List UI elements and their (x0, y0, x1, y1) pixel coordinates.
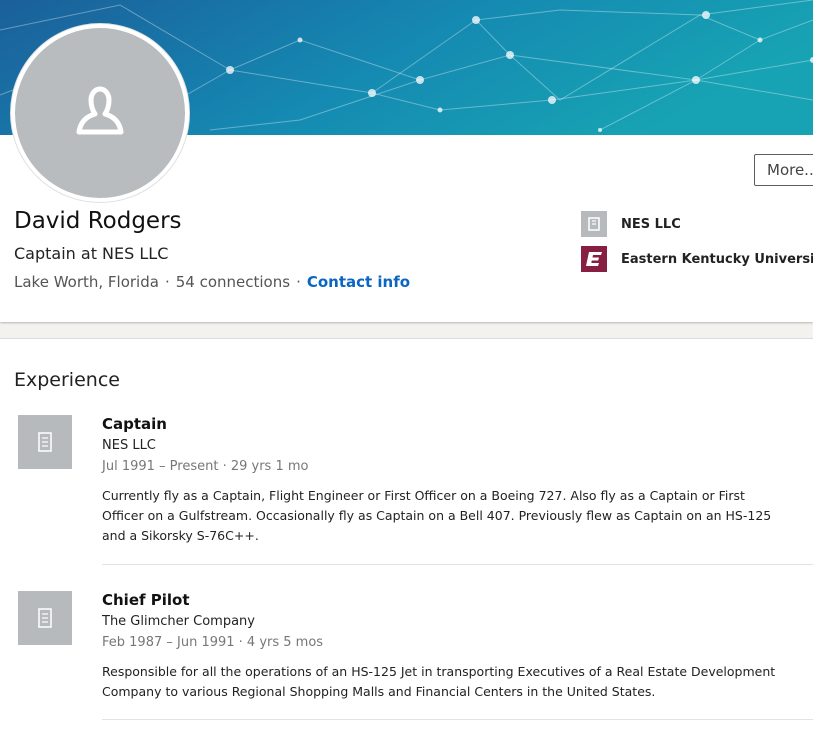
experience-section: Experience Captain NES LLC Jul 1991 – Pr… (0, 338, 813, 739)
more-button[interactable]: More... (754, 154, 813, 186)
job-title[interactable]: Captain (102, 415, 167, 433)
company-building-icon (18, 591, 72, 645)
org-item-nes[interactable]: NES LLC (581, 211, 681, 237)
contact-info-link[interactable]: Contact info (307, 273, 410, 291)
experience-heading: Experience (14, 369, 120, 391)
org-label: Eastern Kentucky University (621, 251, 813, 267)
profile-card: More... David Rodgers Captain at NES LLC… (0, 0, 813, 322)
job-company: NES LLC (102, 438, 156, 453)
job-dates: Feb 1987 – Jun 1991 · 4 yrs 5 mos (102, 635, 324, 650)
job-company: The Glimcher Company (102, 614, 255, 629)
profile-headline: Captain at NES LLC (14, 244, 169, 263)
profile-meta: Lake Worth, Florida · 54 connections · Conta… (14, 273, 410, 291)
meta-separator: · (164, 273, 170, 291)
job-description: Responsible for all the operations of an… (102, 664, 776, 699)
org-label: NES LLC (621, 216, 681, 232)
profile-name: David Rodgers (14, 208, 182, 234)
profile-avatar[interactable] (11, 24, 189, 202)
connections-count[interactable]: 54 connections (176, 273, 290, 291)
building-icon (581, 211, 607, 237)
user-silhouette-icon (76, 86, 124, 135)
eku-logo-icon (581, 246, 607, 272)
job-description: Currently fly as a Captain, Flight Engin… (102, 488, 772, 543)
job-dates: Jul 1991 – Present · 29 yrs 1 mo (102, 459, 309, 474)
divider (102, 564, 813, 565)
company-building-icon (18, 415, 72, 469)
meta-separator: · (296, 273, 301, 291)
location-text: Lake Worth, Florida (14, 273, 159, 291)
org-item-eku[interactable]: Eastern Kentucky University (581, 246, 813, 272)
job-title[interactable]: Chief Pilot (102, 591, 190, 609)
divider (102, 719, 813, 720)
